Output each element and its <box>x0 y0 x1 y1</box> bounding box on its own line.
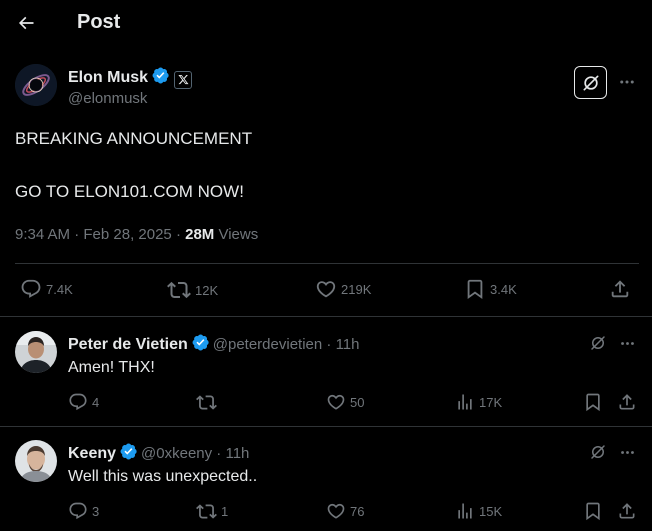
grok-button[interactable] <box>574 66 607 99</box>
share-icon <box>611 280 629 298</box>
verified-badge-icon <box>192 334 209 351</box>
affiliate-badge[interactable] <box>174 70 193 89</box>
avatar[interactable] <box>15 331 57 373</box>
view-count: 17K <box>479 394 503 410</box>
reply-icon <box>69 502 87 520</box>
x-logo-icon <box>177 75 189 85</box>
reply-button[interactable]: 7.4K <box>20 278 73 300</box>
bookmark-icon <box>586 502 600 521</box>
grok-icon <box>591 336 605 350</box>
reply-action-bar: 3 1 76 15K <box>0 501 652 525</box>
grok-icon <box>583 75 598 90</box>
share-icon <box>619 394 635 410</box>
bookmark-button[interactable] <box>583 501 603 521</box>
meta-separator: · <box>171 226 186 243</box>
views-label: Views <box>214 226 259 243</box>
like-button[interactable]: 50 <box>326 392 364 412</box>
share-button[interactable] <box>609 278 631 300</box>
avatar-image <box>15 331 57 373</box>
like-count: 219K <box>341 281 372 297</box>
page-title: Post <box>77 11 121 33</box>
views-count: 28M <box>185 226 215 243</box>
more-options-button[interactable] <box>614 70 640 94</box>
heart-icon <box>327 503 345 519</box>
reply-count: 7.4K <box>46 281 73 297</box>
reply-author-handle[interactable]: @0xkeeny <box>141 445 212 462</box>
bookmark-count: 3.4K <box>490 281 517 297</box>
reply-count: 3 <box>92 503 100 519</box>
author-name-text: Elon Musk <box>68 69 149 86</box>
reply-button[interactable]: 3 <box>68 501 99 521</box>
views-button[interactable]: 15K <box>455 501 502 521</box>
author-name[interactable]: Elon Musk <box>68 66 193 89</box>
reply-timestamp[interactable]: · 11h <box>212 445 249 462</box>
share-icon <box>619 503 635 519</box>
grok-button[interactable] <box>587 332 609 354</box>
repost-button[interactable]: 12K <box>167 278 218 302</box>
reply-header: Peter de Vietien @peterdevietien · 11h <box>68 333 359 354</box>
avatar-image <box>15 64 57 106</box>
repost-icon <box>167 281 191 299</box>
repost-count: 1 <box>221 504 229 519</box>
post-meta: 9:34 AM · Feb 28, 2025 · 28M Views <box>15 226 258 243</box>
more-dots-icon <box>620 450 634 454</box>
reply-icon <box>69 393 87 411</box>
post-text-line-1: BREAKING ANNOUNCEMENT <box>15 129 253 148</box>
analytics-icon <box>458 394 472 410</box>
avatar[interactable] <box>15 440 57 482</box>
reply-button[interactable]: 4 <box>68 392 99 412</box>
like-button[interactable]: 76 <box>326 501 364 521</box>
grok-button[interactable] <box>587 441 609 463</box>
view-count: 15K <box>479 503 503 519</box>
verified-badge-icon <box>152 67 169 84</box>
reply-post[interactable]: Peter de Vietien @peterdevietien · 11h Am… <box>0 316 652 426</box>
back-button[interactable] <box>12 9 40 37</box>
avatar[interactable] <box>15 64 57 106</box>
repost-button[interactable]: 1 <box>196 501 228 522</box>
author-handle[interactable]: @elonmusk <box>68 90 147 107</box>
reply-author-name[interactable]: Keeny <box>68 445 116 462</box>
reply-action-bar: 4 50 17K <box>0 392 652 416</box>
like-count: 50 <box>350 394 365 410</box>
more-dots-icon <box>620 341 634 345</box>
share-button[interactable] <box>617 392 637 412</box>
like-button[interactable]: 219K <box>315 278 371 300</box>
reply-count: 4 <box>92 394 100 410</box>
more-options-button[interactable] <box>614 441 640 463</box>
post-timestamp[interactable]: 9:34 AM · Feb 28, 2025 <box>15 226 172 243</box>
avatar-image <box>15 440 57 482</box>
post-action-bar: 7.4K 12K 219K 3.4K <box>0 278 652 302</box>
share-button[interactable] <box>617 501 637 521</box>
reply-text: Well this was unexpected.. <box>68 468 258 485</box>
reply-text: Amen! THX! <box>68 359 155 376</box>
grok-icon <box>591 445 605 459</box>
reply-header: Keeny @0xkeeny · 11h <box>68 442 249 463</box>
reply-post[interactable]: Keeny @0xkeeny · 11h Well this was unexpe… <box>0 426 652 531</box>
bookmark-button[interactable] <box>583 392 603 412</box>
repost-icon <box>196 395 217 410</box>
views-button[interactable]: 17K <box>455 392 502 412</box>
divider <box>15 263 639 264</box>
analytics-icon <box>458 503 472 519</box>
heart-icon <box>316 281 336 298</box>
heart-icon <box>327 394 345 410</box>
like-count: 76 <box>350 503 365 519</box>
more-dots-icon <box>620 80 634 84</box>
bookmark-button[interactable]: 3.4K <box>464 278 517 300</box>
bookmark-icon <box>467 279 483 300</box>
repost-button[interactable] <box>196 392 221 413</box>
bookmark-icon <box>586 393 600 412</box>
reply-timestamp[interactable]: · 11h <box>322 336 359 353</box>
reply-author-name[interactable]: Peter de Vietien <box>68 336 188 353</box>
top-bar: Post <box>0 0 652 46</box>
reply-icon <box>21 279 41 298</box>
verified-badge-icon <box>120 443 137 460</box>
more-options-button[interactable] <box>614 332 640 354</box>
repost-count: 12K <box>195 282 219 298</box>
reply-author-handle[interactable]: @peterdevietien <box>213 336 322 353</box>
post-text-line-2: GO TO ELON101.COM NOW! <box>15 182 244 201</box>
repost-icon <box>196 504 217 519</box>
arrow-left-icon <box>18 16 34 30</box>
